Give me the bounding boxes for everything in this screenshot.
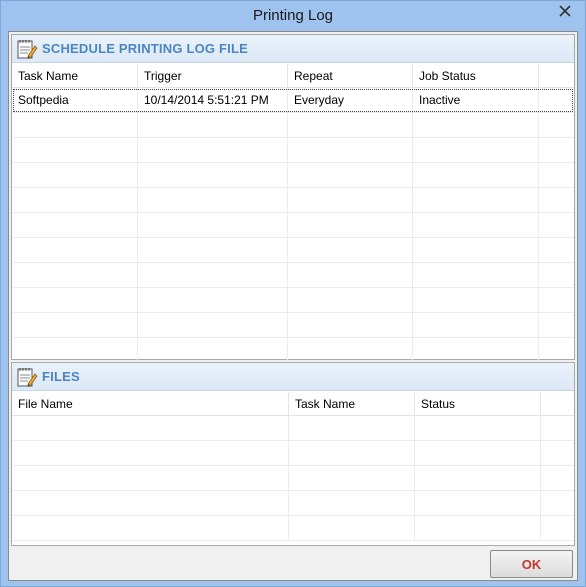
empty-row	[12, 113, 574, 138]
close-button[interactable]	[551, 1, 579, 21]
empty-row	[12, 491, 574, 516]
title-bar[interactable]: Printing Log	[1, 1, 585, 31]
column-header-status[interactable]: Status	[415, 392, 541, 416]
column-header-task-name[interactable]: Task Name	[12, 64, 138, 88]
empty-row	[12, 313, 574, 338]
empty-row	[12, 188, 574, 213]
schedule-panel-title: SCHEDULE PRINTING LOG FILE	[42, 41, 248, 56]
column-header-file-name[interactable]: File Name	[12, 392, 289, 416]
empty-row	[12, 263, 574, 288]
cell-task-name: Softpedia	[12, 88, 138, 113]
table-row[interactable]: Softpedia 10/14/2014 5:51:21 PM Everyday…	[12, 88, 574, 113]
schedule-panel-header: SCHEDULE PRINTING LOG FILE	[12, 35, 574, 63]
empty-row	[12, 338, 574, 360]
column-header-trigger[interactable]: Trigger	[138, 64, 288, 88]
close-icon	[559, 5, 571, 17]
notepad-pencil-icon	[16, 366, 38, 388]
dialog-client-area: SCHEDULE PRINTING LOG FILE Task Name Tri…	[8, 31, 578, 581]
column-header-filler	[539, 64, 574, 88]
empty-row	[12, 238, 574, 263]
column-header-task-name[interactable]: Task Name	[289, 392, 415, 416]
schedule-grid[interactable]: Task Name Trigger Repeat Job Status Soft…	[12, 64, 574, 360]
window-title: Printing Log	[252, 7, 334, 24]
cell-trigger: 10/14/2014 5:51:21 PM	[138, 88, 288, 113]
empty-row	[12, 416, 574, 441]
column-header-filler	[541, 392, 574, 416]
cell-job-status: Inactive	[413, 88, 539, 113]
files-panel-title: FILES	[42, 369, 80, 384]
ok-button[interactable]: OK	[490, 550, 573, 578]
schedule-panel: SCHEDULE PRINTING LOG FILE Task Name Tri…	[11, 34, 575, 360]
cell-repeat: Everyday	[288, 88, 413, 113]
empty-row	[12, 441, 574, 466]
files-grid[interactable]: File Name Task Name Status	[12, 392, 574, 546]
schedule-grid-header: Task Name Trigger Repeat Job Status	[12, 64, 574, 88]
empty-row	[12, 288, 574, 313]
empty-row	[12, 466, 574, 491]
notepad-pencil-icon	[16, 38, 38, 60]
files-grid-header: File Name Task Name Status	[12, 392, 574, 416]
empty-row	[12, 213, 574, 238]
column-header-job-status[interactable]: Job Status	[413, 64, 539, 88]
empty-row	[12, 138, 574, 163]
empty-row	[12, 516, 574, 541]
files-panel: FILES File Name Task Name Status	[11, 362, 575, 546]
printing-log-window: Printing Log SCHEDULE PRINTING LOG FILE …	[0, 0, 586, 587]
empty-row	[12, 163, 574, 188]
column-header-repeat[interactable]: Repeat	[288, 64, 413, 88]
files-panel-header: FILES	[12, 363, 574, 391]
